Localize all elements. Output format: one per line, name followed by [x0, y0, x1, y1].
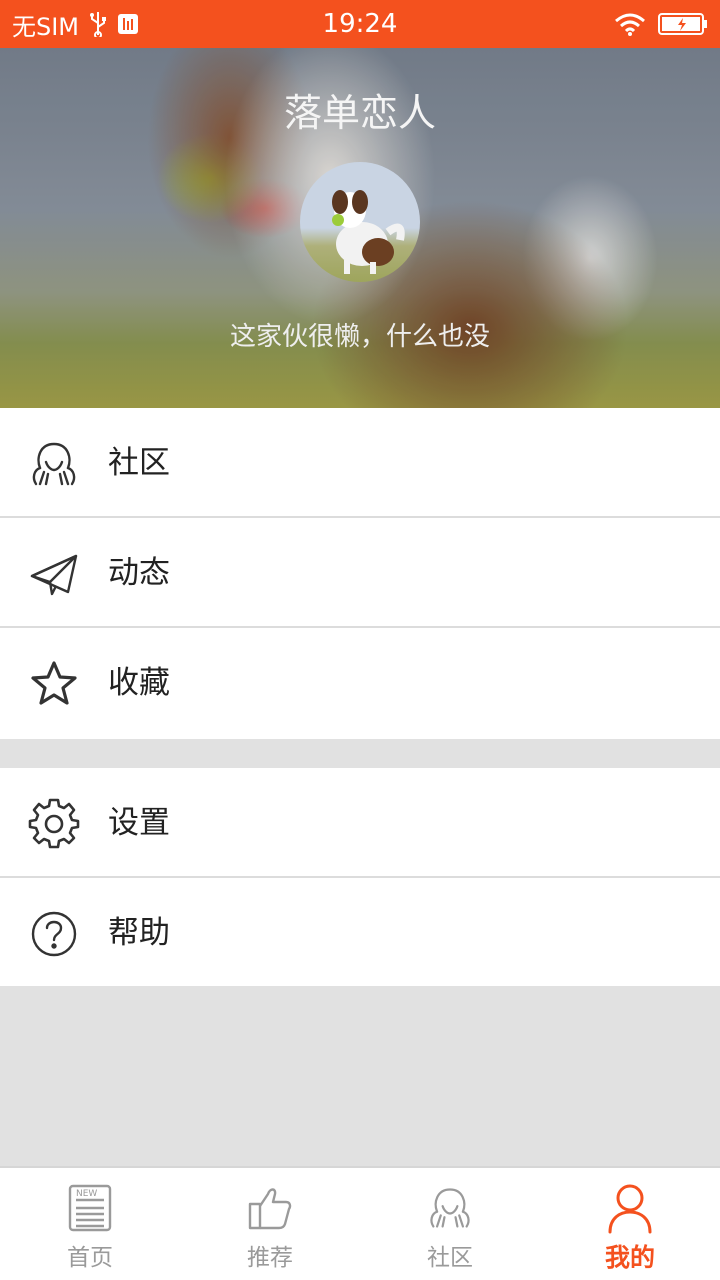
news-icon: NEW [66, 1182, 114, 1234]
menu-item-favorites[interactable]: 收藏 [0, 628, 720, 738]
community-icon [28, 438, 80, 490]
tab-label-community: 社区 [427, 1245, 473, 1271]
profile-header: 落单恋人 这家伙很懒，什么也没 [0, 48, 720, 408]
battery-icon [658, 12, 708, 36]
menu-label-settings: 设置 [108, 805, 170, 841]
menu-label-favorites: 收藏 [108, 665, 170, 701]
status-time: 19:24 [322, 9, 398, 39]
menu-item-settings[interactable]: 设置 [0, 768, 720, 878]
paper-plane-icon [28, 548, 80, 600]
wifi-icon [614, 12, 646, 36]
tab-recommend[interactable]: 推荐 [180, 1168, 360, 1280]
menu-label-moments: 动态 [108, 555, 170, 591]
person-icon [606, 1182, 654, 1234]
profile-bio: 这家伙很懒，什么也没 [229, 322, 490, 352]
menu-label-community: 社区 [108, 445, 170, 481]
menu-item-help[interactable]: 帮助 [0, 878, 720, 988]
menu-group-main: 社区 动态 收藏 [0, 408, 720, 739]
tab-mine[interactable]: 我的 [540, 1168, 720, 1280]
tab-home[interactable]: NEW 首页 [0, 1168, 180, 1280]
tab-community[interactable]: 社区 [360, 1168, 540, 1280]
status-right [614, 0, 708, 48]
profile-name: 落单恋人 [283, 91, 436, 135]
help-icon [28, 908, 80, 960]
tab-label-home: 首页 [67, 1245, 113, 1271]
dog-avatar-image [332, 190, 405, 274]
menu-item-community[interactable]: 社区 [0, 408, 720, 518]
thumbs-up-icon [246, 1182, 294, 1234]
tab-label-mine: 我的 [604, 1243, 655, 1272]
status-bar: 无SIM 19:24 [0, 0, 720, 48]
star-icon [28, 658, 80, 710]
tab-label-recommend: 推荐 [247, 1245, 293, 1271]
menu-label-help: 帮助 [108, 915, 170, 951]
menu-group-secondary: 设置 帮助 [0, 768, 720, 986]
gear-icon [28, 798, 80, 850]
community-icon [426, 1182, 474, 1234]
svg-text:NEW: NEW [76, 1189, 97, 1199]
bottom-tab-bar: NEW 首页 推荐 社区 我的 [0, 1166, 720, 1280]
menu-item-moments[interactable]: 动态 [0, 518, 720, 628]
avatar[interactable] [300, 162, 420, 282]
